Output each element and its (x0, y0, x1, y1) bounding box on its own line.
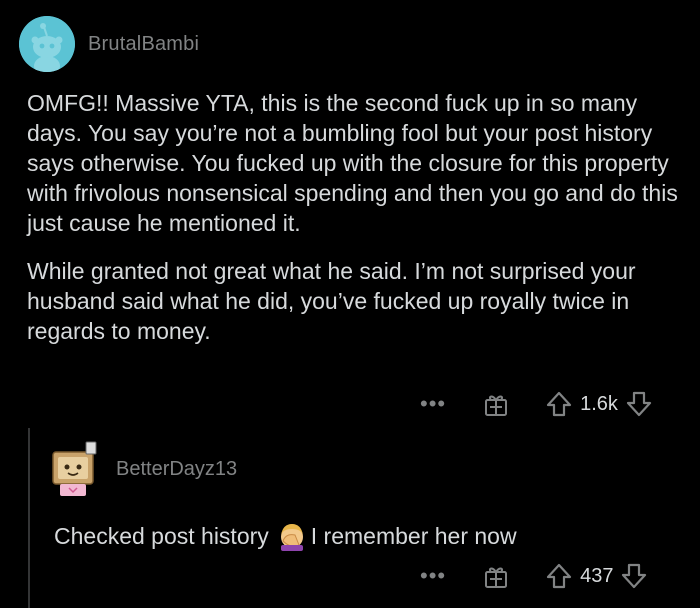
award-gift-icon[interactable] (482, 562, 510, 590)
reply-body: Checked post history I remember her now (54, 520, 517, 552)
downvote-arrow-icon[interactable] (621, 562, 647, 590)
reply-header: BetterDayz13 (48, 440, 237, 498)
reply-actions: ••• 437 (420, 562, 647, 590)
reply-username[interactable]: BetterDayz13 (116, 458, 237, 481)
upvote-arrow-icon[interactable] (546, 390, 572, 418)
reply-avatar[interactable] (48, 440, 104, 498)
upvote-arrow-icon[interactable] (546, 562, 572, 590)
comment-score: 1.6k (580, 392, 618, 415)
award-gift-icon[interactable] (482, 390, 510, 418)
reply-text-before: Checked post history (54, 523, 269, 549)
reply-text-after: I remember her now (310, 523, 517, 549)
comment-username[interactable]: BrutalBambi (88, 33, 199, 56)
comment-paragraph: OMFG!! Massive YTA, this is the second f… (27, 90, 678, 236)
thread-line[interactable] (28, 428, 30, 608)
reply-score: 437 (580, 564, 614, 587)
vote-controls: 437 (546, 562, 647, 590)
vote-controls: 1.6k (546, 390, 652, 418)
comment-header: BrutalBambi (19, 16, 199, 72)
comment-paragraph: While granted not great what he said. I’… (27, 258, 636, 344)
comment-actions: ••• 1.6k (420, 390, 652, 418)
comment-body: OMFG!! Massive YTA, this is the second f… (27, 88, 687, 364)
snoo-avatar-icon (19, 16, 75, 72)
downvote-arrow-icon[interactable] (626, 390, 652, 418)
facepalm-emoji-icon (280, 524, 303, 551)
more-dots-icon[interactable]: ••• (420, 563, 446, 589)
box-robot-avatar-icon (52, 441, 97, 496)
more-dots-icon[interactable]: ••• (420, 391, 446, 417)
user-avatar[interactable] (19, 16, 75, 72)
